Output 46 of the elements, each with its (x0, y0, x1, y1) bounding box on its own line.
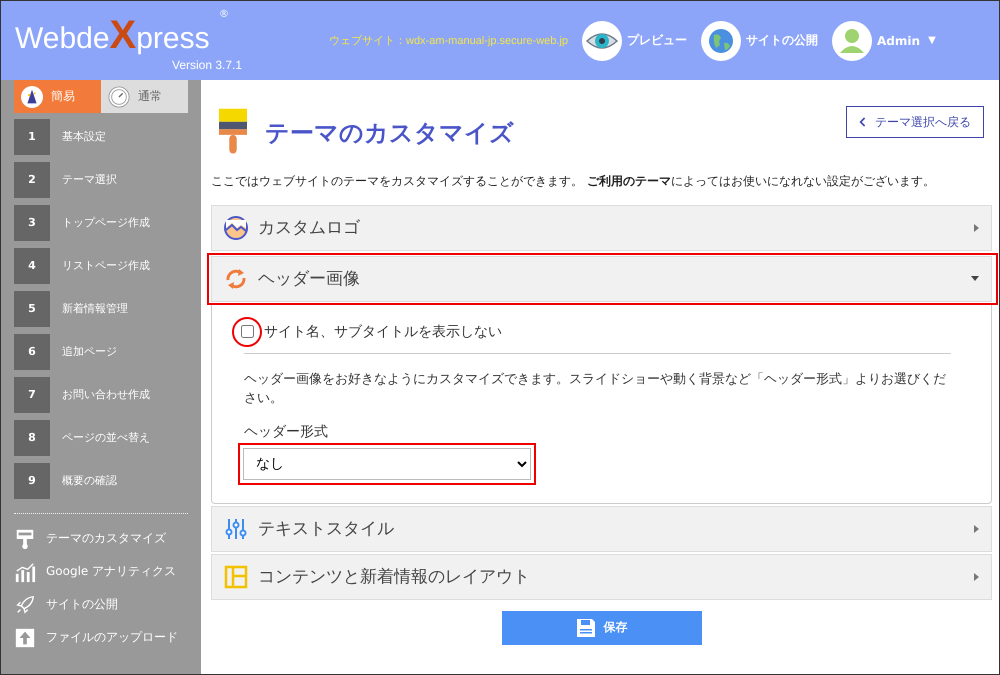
accordion-header[interactable]: カスタムロゴ (211, 204, 992, 251)
upload-icon (14, 626, 36, 648)
rocket-icon (14, 594, 36, 616)
version-label: Version 3.7.1 (172, 59, 242, 71)
image-icon (224, 216, 248, 240)
caret-icon (974, 524, 979, 533)
step-item[interactable]: 2 テーマ選択 (14, 158, 188, 201)
bar-chart-icon (14, 560, 36, 582)
page-title: テーマのカスタマイズ (265, 118, 515, 149)
globe-icon (701, 20, 742, 60)
layout-icon (224, 564, 248, 589)
caret-icon (971, 276, 979, 282)
save-button[interactable]: 保存 (502, 610, 702, 645)
caret-icon (974, 572, 979, 581)
wizard-icon (21, 86, 43, 108)
step-item[interactable]: 3 トップページ作成 (14, 201, 188, 244)
step-item[interactable]: 5 新着情報管理 (14, 287, 188, 330)
logo-text: press (136, 24, 210, 54)
step-item[interactable]: 7 お問い合わせ作成 (14, 373, 188, 416)
step-item[interactable]: 8 ページの並べ替え (14, 416, 188, 459)
user-avatar-icon (832, 20, 872, 60)
checkbox-label: サイト名、サブタイトルを表示しない (264, 322, 502, 341)
accordion-header[interactable]: テキストスタイル (211, 506, 992, 552)
refresh-icon (224, 266, 248, 291)
gauge-icon (108, 86, 130, 108)
step-item[interactable]: 6 追加ページ (14, 330, 188, 373)
help-text: ヘッダー画像をお好きなようにカスタマイズできます。スライドショーや動く背景など「ヘッダー形式」よりお選びください。 (244, 370, 947, 408)
step-item[interactable]: 4 リストページ作成 (14, 244, 188, 287)
logo-text: Webde (15, 24, 110, 54)
accordion-header[interactable]: ヘッダー画像 (211, 256, 992, 302)
field-label: ヘッダー形式 (244, 422, 329, 441)
mode-tab[interactable]: 通常 (101, 80, 188, 113)
paint-brush-icon (14, 528, 36, 550)
registered-mark: ® (219, 9, 229, 20)
logo-mark: X (110, 19, 136, 51)
sliders-icon (224, 516, 248, 541)
accordion-header[interactable]: コンテンツと新着情報のレイアウト (211, 554, 992, 600)
eye-icon (582, 20, 622, 60)
checkbox[interactable] (240, 325, 254, 338)
back-button[interactable]: テーマ選択へ戻る (846, 106, 984, 138)
chevron-left-icon (859, 116, 867, 128)
caret-icon (974, 224, 979, 232)
header-format-select[interactable]: なし (243, 448, 531, 480)
description-text: ここではウェブサイトのテーマをカスタマイズすることができます。 ご利用のテーマによってはお使いになれない設定がございます。 (211, 173, 936, 190)
step-item[interactable]: 1 基本設定 (14, 115, 188, 158)
step-item[interactable]: 9 概要の確認 (14, 459, 188, 502)
